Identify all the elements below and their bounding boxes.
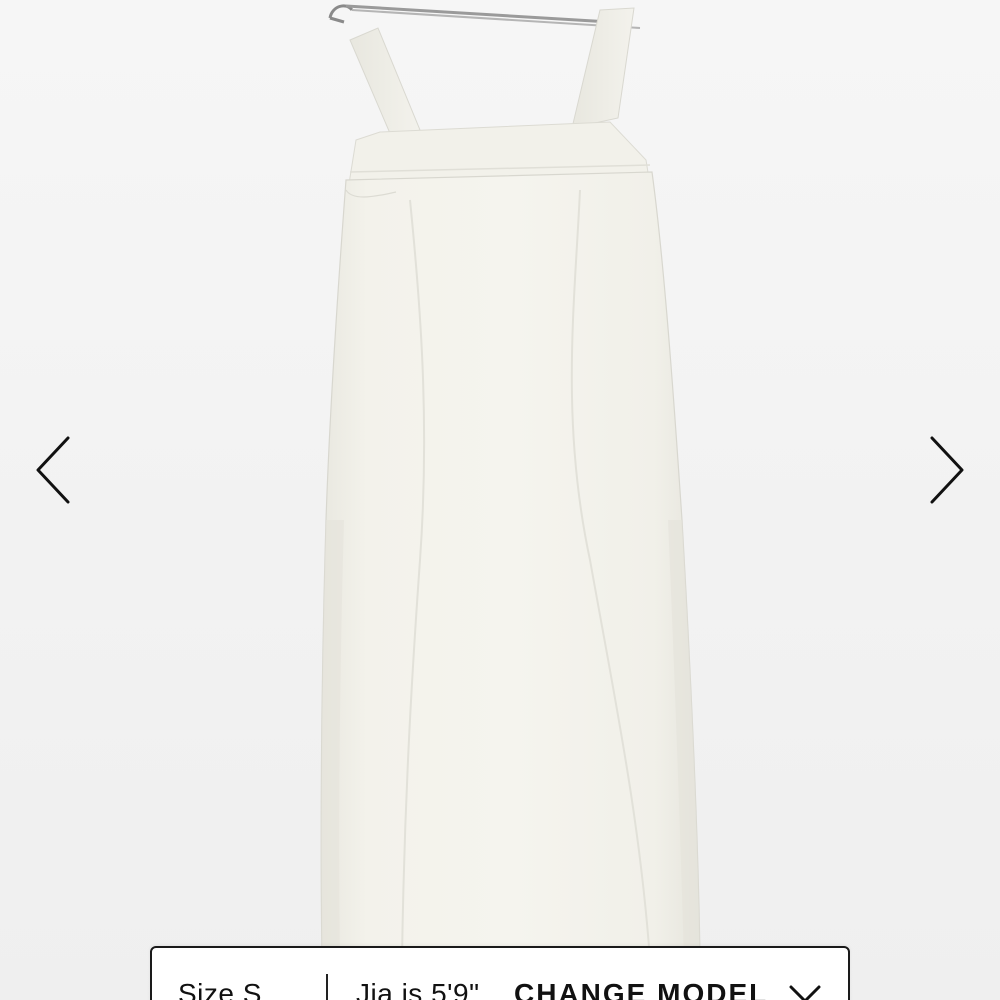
next-image-button[interactable] <box>920 430 970 510</box>
chevron-left-icon <box>36 436 70 504</box>
chevron-down-icon[interactable] <box>788 984 822 1000</box>
divider <box>326 974 328 1000</box>
model-size-text: Size S <box>178 978 262 1000</box>
previous-image-button[interactable] <box>30 430 80 510</box>
dress-product-image <box>320 4 701 961</box>
model-info-bar: Size S Jia is 5'9" CHANGE MODEL <box>150 946 850 1000</box>
chevron-right-icon <box>930 436 964 504</box>
model-height-text: Jia is 5'9" <box>356 978 480 1000</box>
product-image-viewer: Size S Jia is 5'9" CHANGE MODEL <box>0 0 1000 1000</box>
hanger <box>328 4 641 29</box>
change-model-button[interactable]: CHANGE MODEL <box>514 978 768 1000</box>
